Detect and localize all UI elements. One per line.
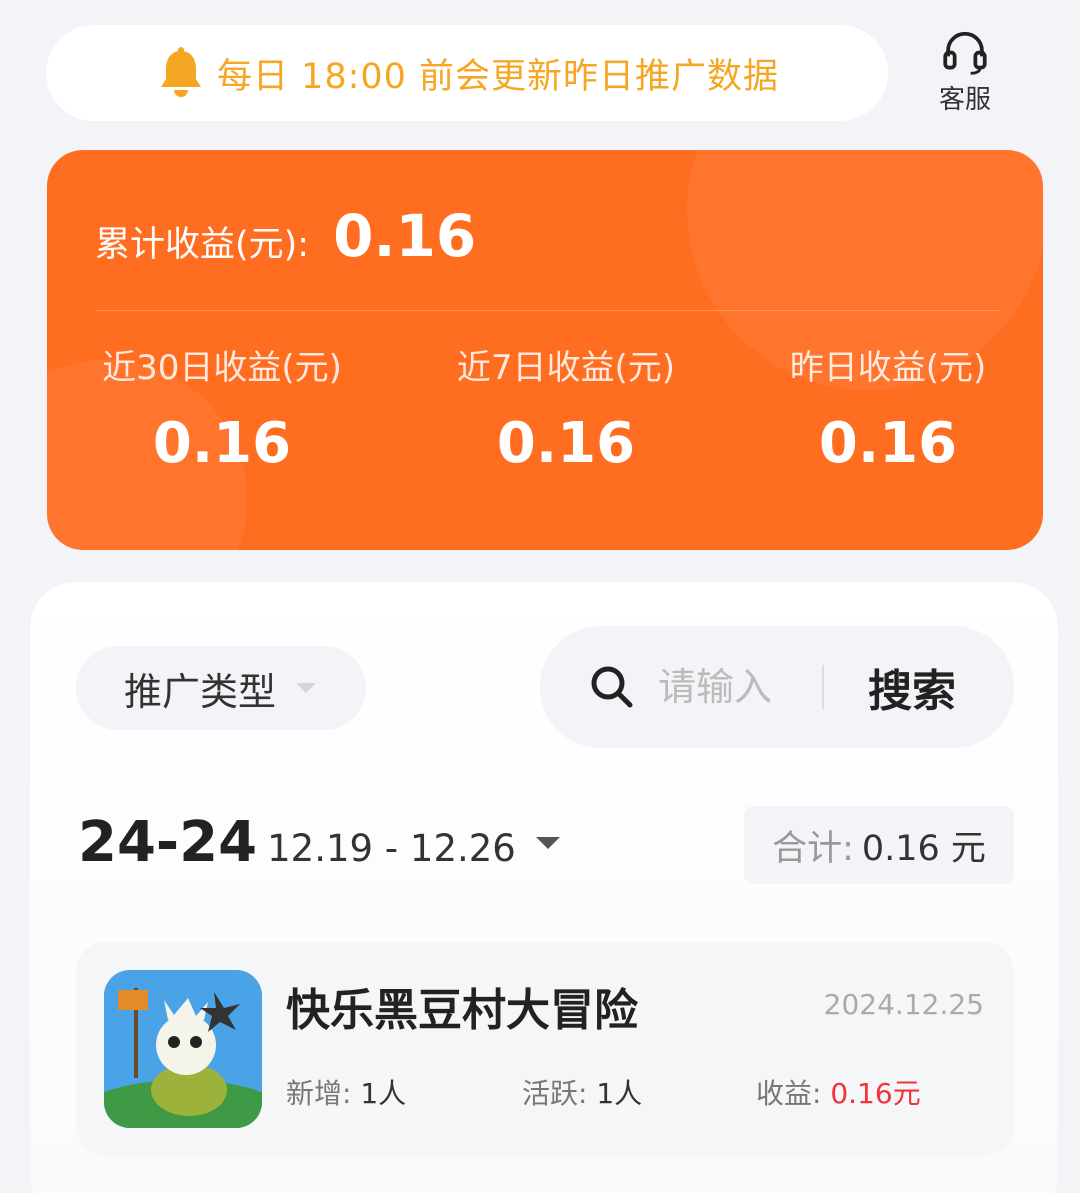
- chevron-down-icon: [296, 683, 317, 693]
- total-earnings-value: 0.16: [333, 202, 477, 270]
- bell-icon: [155, 47, 207, 99]
- date-range-selector[interactable]: 24-24 12.19 - 12.26: [78, 810, 560, 875]
- summary-total: 合计: 0.16 元: [744, 806, 1014, 884]
- search-icon: [591, 666, 633, 708]
- search-bar: 搜索: [540, 626, 1014, 748]
- new-users-label: 新增:: [286, 1077, 352, 1110]
- chevron-down-icon: [535, 836, 560, 849]
- headset-icon: [943, 31, 987, 75]
- stat-value: 0.16: [496, 411, 636, 476]
- promotion-type-dropdown[interactable]: 推广类型: [76, 646, 366, 730]
- total-earnings-label: 累计收益(元):: [95, 225, 310, 265]
- promotion-type-label: 推广类型: [124, 669, 277, 714]
- summary-label: 合计:: [772, 828, 854, 869]
- stat-label: 近7日收益(元): [456, 348, 676, 388]
- stat-value: 0.16: [818, 411, 958, 476]
- item-earnings: 收益: 0.16元: [756, 1072, 921, 1112]
- game-thumbnail: [104, 970, 262, 1128]
- new-users-value: 1人: [360, 1077, 407, 1110]
- card-divider: [95, 310, 999, 311]
- year-range: 24-24: [78, 810, 258, 875]
- records-panel: 推广类型 搜索 24-24 12.19 - 12.26 合计: 0.16 元: [30, 582, 1058, 1193]
- search-button[interactable]: 搜索: [868, 655, 956, 719]
- stat-30-days: 近30日收益(元) 0.16: [57, 340, 387, 476]
- earnings-card: 累计收益(元): 0.16 近30日收益(元) 0.16 近7日收益(元) 0.…: [47, 150, 1043, 550]
- stat-yesterday: 昨日收益(元) 0.16: [723, 340, 1043, 476]
- total-earnings: 累计收益(元): 0.16: [95, 202, 476, 270]
- customer-service-label: 客服: [938, 85, 991, 115]
- item-title: 快乐黑豆村大冒险: [286, 985, 638, 1036]
- search-input[interactable]: [658, 665, 818, 709]
- stat-label: 近30日收益(元): [102, 348, 342, 388]
- item-active-users: 活跃: 1人: [522, 1072, 642, 1112]
- earnings-stats: 近30日收益(元) 0.16 近7日收益(元) 0.16 昨日收益(元) 0.1…: [47, 340, 1043, 480]
- active-users-value: 1人: [596, 1077, 643, 1110]
- notice-bar: 每日 18:00 前会更新昨日推广数据: [46, 25, 888, 121]
- earnings-value: 0.16元: [830, 1077, 921, 1110]
- customer-service-button[interactable]: 客服: [928, 30, 1002, 116]
- earnings-label: 收益:: [756, 1077, 822, 1110]
- date-range: 12.19 - 12.26: [267, 827, 516, 870]
- notice-text: 每日 18:00 前会更新昨日推广数据: [216, 56, 780, 97]
- list-item[interactable]: 快乐黑豆村大冒险 2024.12.25 新增: 1人 活跃: 1人 收益: 0.…: [76, 942, 1014, 1156]
- summary-value: 0.16 元: [861, 828, 986, 869]
- page: 每日 18:00 前会更新昨日推广数据 客服 累计收益(元): 0.16 近30…: [0, 0, 1080, 1193]
- item-new-users: 新增: 1人: [286, 1072, 406, 1112]
- stat-value: 0.16: [152, 411, 292, 476]
- stat-label: 昨日收益(元): [789, 348, 987, 388]
- stat-7-days: 近7日收益(元) 0.16: [401, 340, 731, 476]
- active-users-label: 活跃:: [522, 1077, 588, 1110]
- search-separator: [822, 665, 824, 709]
- item-date: 2024.12.25: [823, 988, 984, 1021]
